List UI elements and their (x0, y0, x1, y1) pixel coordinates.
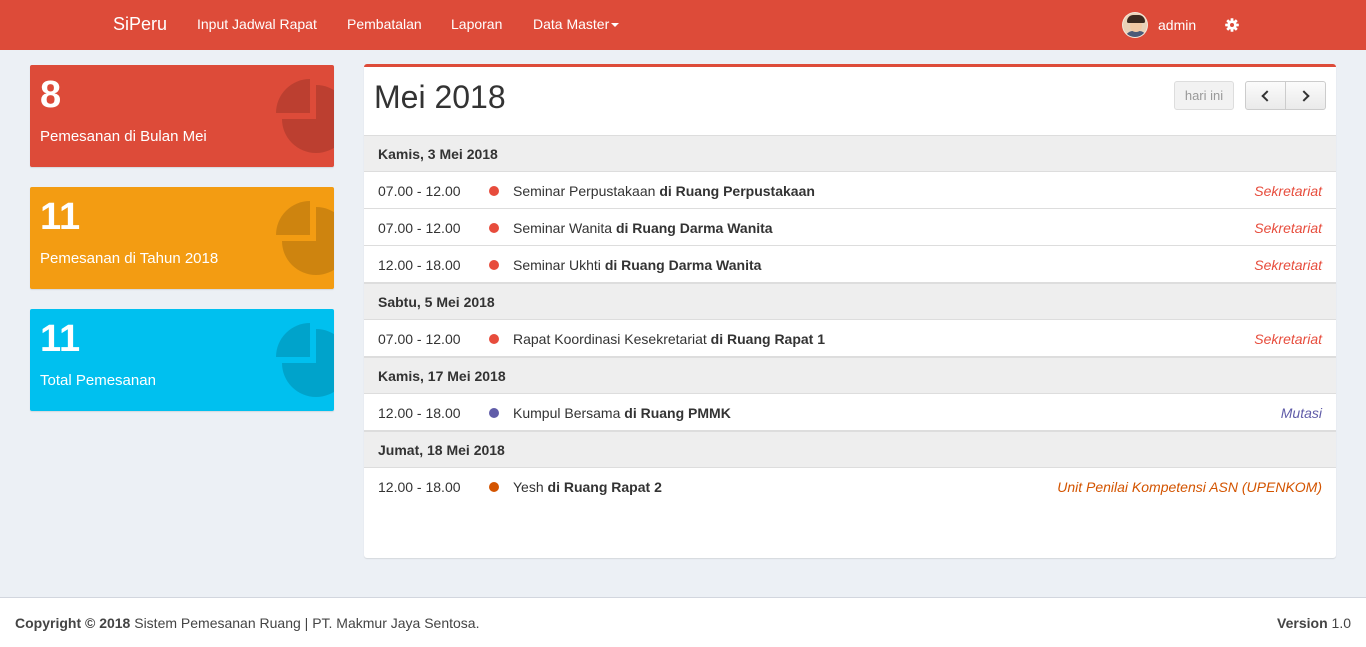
brand-logo[interactable]: SiPeru (113, 14, 167, 35)
event-room: di Ruang PMMK (624, 405, 731, 421)
pie-chart-icon (276, 323, 334, 397)
event-title: Seminar Wanita di Ruang Darma Wanita (513, 220, 773, 236)
version-value: 1.0 (1331, 615, 1351, 631)
event-name: Seminar Ukhti (513, 257, 601, 273)
event-name: Seminar Perpustakaan (513, 183, 656, 199)
today-button[interactable]: hari ini (1174, 81, 1234, 110)
event-time: 12.00 - 18.00 (378, 257, 461, 273)
event-dept: Sekretariat (1254, 257, 1322, 273)
event-name: Seminar Wanita (513, 220, 613, 236)
event-row[interactable]: 12.00 - 18.00 Kumpul Bersama di Ruang PM… (364, 394, 1336, 431)
prev-month-button[interactable] (1245, 81, 1286, 110)
stat-box-bulan: 8 Pemesanan di Bulan Mei (30, 65, 334, 167)
nav-data-master-label: Data Master (533, 16, 610, 32)
event-room: di Ruang Rapat 1 (710, 331, 826, 347)
event-room: di Ruang Darma Wanita (615, 220, 773, 236)
event-time: 12.00 - 18.00 (378, 405, 461, 421)
copyright-bold: Copyright © 2018 (15, 615, 131, 631)
pie-chart-icon (276, 79, 334, 153)
day-header: Sabtu, 5 Mei 2018 (364, 283, 1336, 320)
event-title: Yesh di Ruang Rapat 2 (513, 479, 662, 495)
event-dept: Mutasi (1280, 405, 1322, 421)
event-dot-icon (489, 260, 499, 270)
avatar (1122, 12, 1148, 38)
stat-label: Pemesanan di Tahun 2018 (40, 250, 219, 267)
copyright-text: Sistem Pemesanan Ruang | PT. Makmur Jaya… (134, 615, 480, 631)
next-month-button[interactable] (1285, 81, 1326, 110)
stat-box-total: 11 Total Pemesanan (30, 309, 334, 411)
event-dept: Sekretariat (1254, 220, 1322, 236)
event-time: 12.00 - 18.00 (378, 479, 461, 495)
chevron-left-icon (1261, 89, 1273, 102)
nav-data-master-dropdown[interactable]: Data Master (533, 16, 620, 32)
event-row[interactable]: 07.00 - 12.00 Rapat Koordinasi Kesekreta… (364, 320, 1336, 357)
nav-input-jadwal-rapat[interactable]: Input Jadwal Rapat (197, 16, 317, 32)
day-header: Kamis, 17 Mei 2018 (364, 357, 1336, 394)
version-label: Version (1277, 615, 1328, 631)
event-title: Kumpul Bersama di Ruang PMMK (513, 405, 731, 421)
nav-pembatalan[interactable]: Pembatalan (347, 16, 422, 32)
stat-label: Total Pemesanan (40, 372, 156, 389)
event-dept: Sekretariat (1254, 331, 1322, 347)
footer: Copyright © 2018 Sistem Pemesanan Ruang … (0, 597, 1366, 647)
event-dot-icon (489, 223, 499, 233)
event-dot-icon (489, 186, 499, 196)
event-title: Seminar Ukhti di Ruang Darma Wanita (513, 257, 761, 273)
event-name: Rapat Koordinasi Kesekretariat (513, 331, 707, 347)
footer-version: Version 1.0 (1277, 615, 1351, 631)
event-dot-icon (489, 482, 499, 492)
top-navbar: SiPeru Input Jadwal Rapat Pembatalan Lap… (0, 0, 1366, 50)
event-time: 07.00 - 12.00 (378, 331, 461, 347)
user-menu[interactable]: admin (1122, 11, 1196, 39)
event-row[interactable]: 07.00 - 12.00 Seminar Wanita di Ruang Da… (364, 209, 1336, 246)
chevron-right-icon (1298, 89, 1310, 102)
event-room: di Ruang Perpustakaan (659, 183, 815, 199)
event-time: 07.00 - 12.00 (378, 220, 461, 236)
event-row[interactable]: 12.00 - 18.00 Seminar Ukhti di Ruang Dar… (364, 246, 1336, 283)
pie-chart-icon (276, 201, 334, 275)
event-dept: Sekretariat (1254, 183, 1322, 199)
event-dept: Unit Penilai Kompetensi ASN (UPENKOM) (1057, 479, 1322, 495)
gear-icon[interactable] (1224, 17, 1240, 33)
footer-copyright: Copyright © 2018 Sistem Pemesanan Ruang … (15, 615, 479, 631)
calendar-title: Mei 2018 (374, 79, 506, 115)
event-room: di Ruang Darma Wanita (604, 257, 762, 273)
event-row[interactable]: 12.00 - 18.00 Yesh di Ruang Rapat 2 Unit… (364, 468, 1336, 505)
stat-box-tahun: 11 Pemesanan di Tahun 2018 (30, 187, 334, 289)
event-room: di Ruang Rapat 2 (547, 479, 662, 495)
event-list: Kamis, 3 Mei 2018 07.00 - 12.00 Seminar … (364, 135, 1336, 505)
event-title: Rapat Koordinasi Kesekretariat di Ruang … (513, 331, 825, 347)
event-time: 07.00 - 12.00 (378, 183, 461, 199)
calendar-panel: Mei 2018 hari ini Kamis, 3 Mei 2018 07.0… (364, 64, 1336, 558)
event-title: Seminar Perpustakaan di Ruang Perpustaka… (513, 183, 815, 199)
day-header: Jumat, 18 Mei 2018 (364, 431, 1336, 468)
stat-value: 8 (40, 74, 62, 116)
event-name: Yesh (513, 479, 544, 495)
stat-value: 11 (40, 196, 81, 238)
user-name: admin (1158, 17, 1197, 33)
stat-label: Pemesanan di Bulan Mei (40, 128, 207, 145)
day-header: Kamis, 3 Mei 2018 (364, 135, 1336, 172)
event-row[interactable]: 07.00 - 12.00 Seminar Perpustakaan di Ru… (364, 172, 1336, 209)
nav-laporan[interactable]: Laporan (451, 16, 502, 32)
event-name: Kumpul Bersama (513, 405, 621, 421)
stat-value: 11 (40, 318, 81, 360)
event-dot-icon (489, 334, 499, 344)
event-dot-icon (489, 408, 499, 418)
caret-down-icon (611, 23, 620, 28)
